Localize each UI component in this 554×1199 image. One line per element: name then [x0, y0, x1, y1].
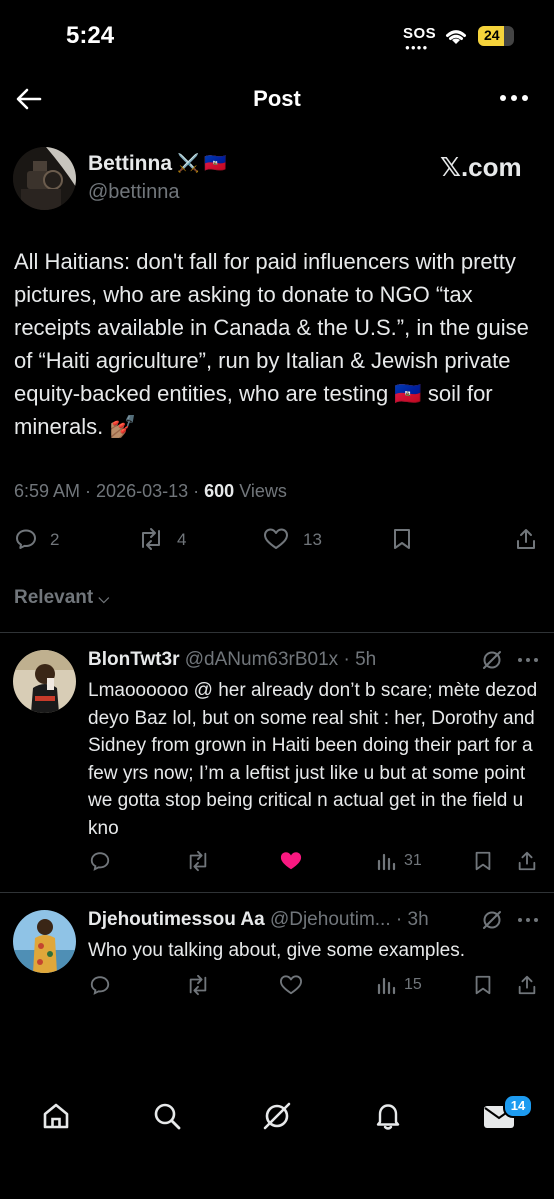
post-views-count: 600 — [204, 481, 235, 501]
signal-dots-icon: ●●●● — [405, 43, 429, 52]
author-name-emoji: ⚔️ 🇭🇹 — [177, 153, 227, 173]
author-avatar[interactable] — [13, 147, 76, 210]
share-icon — [518, 975, 536, 995]
reply-age: 3h — [407, 909, 429, 930]
grok-icon — [263, 1102, 291, 1130]
reply-icon — [16, 529, 36, 549]
reply-views-count: 15 — [404, 976, 422, 993]
reply-more-icon[interactable] — [517, 913, 539, 927]
sort-replies-dropdown[interactable]: Relevant ⌵ — [14, 587, 109, 609]
heart-icon — [279, 975, 302, 995]
post-text: All Haitians: don't fall for paid influe… — [14, 249, 529, 439]
reply-like-button[interactable] — [279, 974, 303, 996]
reply-author-name[interactable]: BlonTwt3r — [88, 649, 179, 670]
reply-icon — [90, 976, 110, 995]
wifi-icon — [443, 26, 469, 46]
grok-icon[interactable] — [481, 909, 503, 931]
divider — [0, 892, 554, 893]
nav-grok-button[interactable] — [261, 1100, 293, 1132]
nav-search-button[interactable] — [151, 1100, 183, 1132]
bookmark-icon — [475, 851, 491, 871]
like-count: 13 — [303, 530, 322, 549]
reply-bookmark-button[interactable] — [472, 974, 494, 996]
search-icon — [154, 1103, 181, 1130]
reply-views-count: 31 — [404, 852, 422, 869]
repost-button[interactable] — [137, 527, 165, 551]
post-date: 2026-03-13 — [96, 481, 189, 501]
post-views-label: Views — [239, 481, 287, 501]
share-icon — [517, 529, 535, 549]
chevron-down-icon: ⌵ — [98, 590, 110, 606]
reply-header: Djehoutimessou Aa @Djehoutim... · 3h — [88, 909, 429, 930]
views-icon — [377, 853, 396, 871]
reply-avatar[interactable] — [13, 650, 76, 713]
reply-repost-button[interactable] — [185, 850, 211, 872]
repost-icon — [189, 850, 207, 872]
repost-count: 4 — [177, 530, 187, 549]
reply-count: 2 — [50, 530, 60, 549]
repost-icon — [142, 528, 160, 550]
reply-text: Lmaoooooo @ her already don’t b scare; m… — [88, 680, 538, 839]
reply-views-button[interactable] — [377, 851, 399, 871]
status-time: 5:24 — [66, 22, 115, 49]
more-options-icon[interactable] — [498, 86, 532, 110]
heart-icon — [264, 528, 288, 549]
reply-views-button[interactable] — [377, 975, 399, 995]
reply-author-handle[interactable]: @dANum63rB01x — [185, 649, 338, 670]
share-button[interactable] — [514, 527, 538, 551]
messages-badge: 14 — [503, 1094, 533, 1118]
post-metadata: 6:59 AM · 2026-03-13 · 600 Views — [14, 481, 287, 501]
reply-button[interactable] — [14, 527, 38, 551]
reply-share-button[interactable] — [516, 850, 538, 872]
reply-bookmark-button[interactable] — [472, 850, 494, 872]
page-title: Post — [253, 86, 301, 111]
reply-reply-button[interactable] — [89, 974, 111, 996]
sos-indicator: SOS — [403, 25, 437, 42]
grok-icon[interactable] — [481, 649, 503, 671]
reply-more-icon[interactable] — [517, 653, 539, 667]
bookmark-button[interactable] — [390, 527, 414, 551]
battery-percentage: 24 — [484, 27, 500, 43]
bell-icon — [376, 1104, 400, 1130]
reply-header: BlonTwt3r @dANum63rB01x · 5h — [88, 649, 377, 670]
reply-text: Who you talking about, give some example… — [88, 940, 466, 961]
reply-like-button[interactable] — [279, 850, 303, 872]
reply-age: 5h — [355, 649, 377, 670]
sort-label: Relevant — [14, 587, 94, 608]
post-time: 6:59 AM — [14, 481, 81, 501]
bookmark-icon — [475, 975, 491, 995]
views-icon — [377, 977, 396, 995]
reply-share-button[interactable] — [516, 974, 538, 996]
bookmark-icon — [394, 529, 410, 549]
author-name[interactable]: Bettinna — [88, 152, 172, 176]
reply-author-name[interactable]: Djehoutimessou Aa — [88, 909, 265, 930]
like-button[interactable] — [263, 527, 289, 551]
reply-avatar[interactable] — [13, 910, 76, 973]
source-watermark: 𝕏.com — [440, 152, 522, 182]
reply-icon — [90, 852, 110, 871]
divider — [0, 632, 554, 633]
reply-repost-button[interactable] — [185, 974, 211, 996]
home-icon — [43, 1103, 69, 1129]
nav-notifications-button[interactable] — [372, 1100, 404, 1132]
reply-author-handle[interactable]: @Djehoutim... — [270, 909, 391, 930]
reply-reply-button[interactable] — [89, 850, 111, 872]
author-handle[interactable]: @bettinna — [88, 181, 179, 204]
repost-icon — [189, 974, 207, 996]
share-icon — [518, 851, 536, 871]
nav-home-button[interactable] — [40, 1100, 72, 1132]
heart-filled-icon — [280, 852, 302, 870]
